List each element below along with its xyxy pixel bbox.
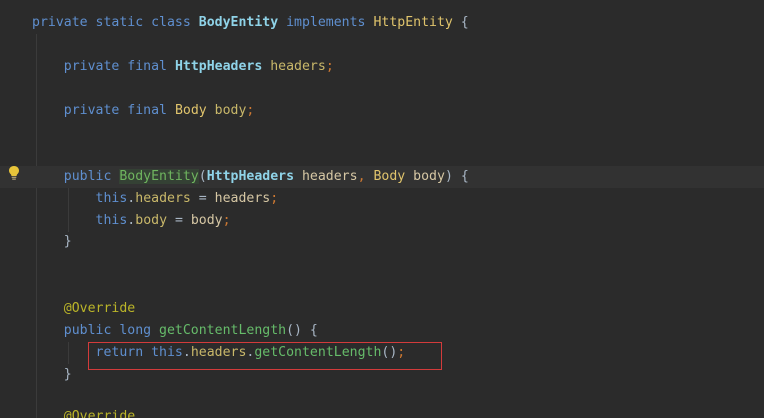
code-token: long xyxy=(119,323,160,338)
code-token: this xyxy=(95,213,128,228)
code-token: HttpEntity xyxy=(373,15,453,30)
code-text: @Override xyxy=(32,298,135,320)
code-token: @Override xyxy=(63,301,136,316)
code-token: headers xyxy=(135,191,191,206)
code-line[interactable]: @Override xyxy=(0,298,764,320)
code-token: ; xyxy=(222,213,231,228)
code-token: Body xyxy=(174,103,207,118)
code-token: ; xyxy=(246,103,255,118)
code-text: private final Body body; xyxy=(32,100,255,122)
code-token: implements xyxy=(278,15,374,30)
code-text: public BodyEntity(HttpHeaders headers, B… xyxy=(32,166,469,188)
code-text: private final HttpHeaders headers; xyxy=(32,56,334,78)
code-token: } xyxy=(32,234,72,249)
code-token: body xyxy=(206,103,247,118)
code-text: } xyxy=(32,231,72,253)
code-token: HttpHeaders xyxy=(206,169,295,184)
lightbulb-icon[interactable] xyxy=(7,165,21,181)
code-token: ( xyxy=(198,169,207,184)
code-token: , xyxy=(357,169,374,184)
code-line[interactable]: private final Body body; xyxy=(0,100,764,122)
code-token: getContentLength xyxy=(159,323,287,338)
code-token: body xyxy=(405,169,445,184)
code-token: final xyxy=(127,103,175,118)
code-token: private xyxy=(63,59,128,74)
code-token: { xyxy=(452,15,469,30)
code-token: Body xyxy=(373,169,406,184)
code-text: public long getContentLength() { xyxy=(32,320,318,342)
code-line[interactable]: private final HttpHeaders headers; xyxy=(0,56,764,78)
code-token: private xyxy=(32,15,96,30)
code-token: ; xyxy=(270,191,279,206)
code-line[interactable]: public long getContentLength() { xyxy=(0,320,764,342)
code-token: body xyxy=(135,213,168,228)
highlight-box xyxy=(88,342,442,370)
code-token: final xyxy=(127,59,175,74)
code-token: @Override xyxy=(63,409,136,418)
code-token: headers xyxy=(214,191,271,206)
code-token: public xyxy=(63,169,120,184)
code-token: () { xyxy=(286,323,318,338)
code-token: } xyxy=(32,367,72,382)
code-text: this.body = body; xyxy=(32,210,231,232)
code-token: static xyxy=(95,15,152,30)
code-editor[interactable]: private static class BodyEntity implemen… xyxy=(0,0,764,418)
code-token: ) { xyxy=(444,169,469,184)
code-token: headers xyxy=(294,169,358,184)
code-text: } xyxy=(32,364,72,386)
code-token: private xyxy=(63,103,128,118)
code-line[interactable]: this.body = body; xyxy=(0,210,764,232)
code-line[interactable]: this.headers = headers; xyxy=(0,188,764,210)
code-token: class xyxy=(151,15,199,30)
code-text: private static class BodyEntity implemen… xyxy=(32,12,469,34)
code-token: this xyxy=(95,191,128,206)
code-text: this.headers = headers; xyxy=(32,188,279,210)
code-token: = xyxy=(190,191,215,206)
code-line[interactable]: private static class BodyEntity implemen… xyxy=(0,12,764,34)
code-token: public xyxy=(63,323,120,338)
code-line[interactable]: } xyxy=(0,231,764,253)
code-token: ; xyxy=(325,59,334,74)
code-token: body xyxy=(190,213,223,228)
code-token: BodyEntity xyxy=(119,169,199,184)
code-token: = xyxy=(167,213,191,228)
code-token: HttpHeaders xyxy=(174,59,263,74)
code-line[interactable]: @Override xyxy=(0,406,764,418)
code-token: headers xyxy=(262,59,326,74)
code-line-current[interactable]: public BodyEntity(HttpHeaders headers, B… xyxy=(0,166,764,188)
code-text: @Override xyxy=(32,406,135,418)
code-token: BodyEntity xyxy=(198,15,279,30)
